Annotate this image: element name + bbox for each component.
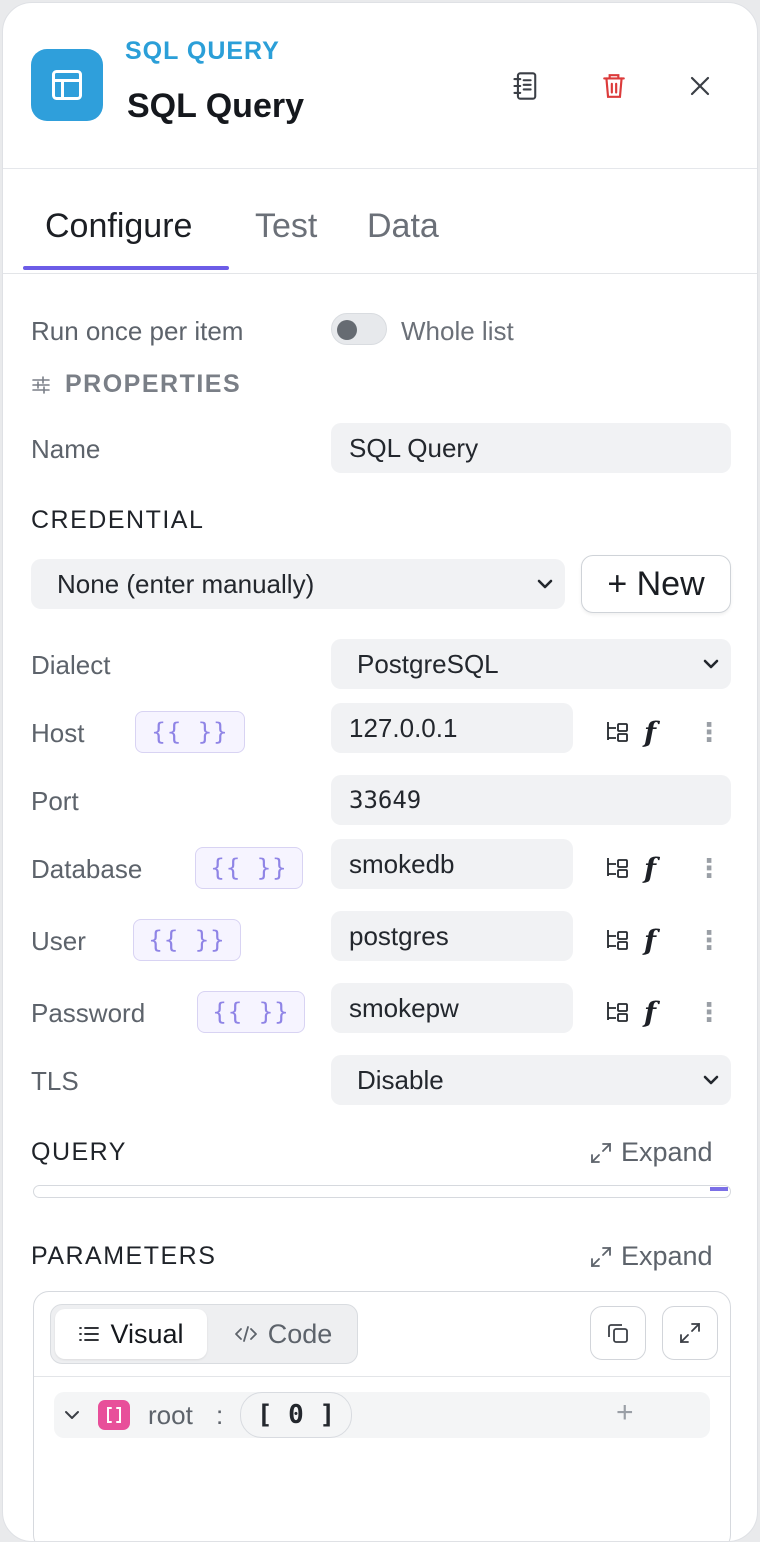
copy-icon xyxy=(608,1324,628,1343)
user-fx-button[interactable]: f xyxy=(637,923,663,957)
array-type-icon xyxy=(98,1400,130,1430)
node-title: SQL Query xyxy=(127,87,304,125)
tls-select[interactable]: Disable xyxy=(331,1055,731,1105)
visual-mode-label: Visual xyxy=(110,1318,184,1349)
trash-icon[interactable] xyxy=(593,65,635,107)
code-icon xyxy=(234,1326,257,1342)
user-template-button[interactable]: {{ }} xyxy=(133,919,241,961)
password-fx-button[interactable]: f xyxy=(637,995,663,1029)
chevron-down-icon xyxy=(537,579,553,589)
password-template-button[interactable]: {{ }} xyxy=(197,991,305,1033)
host-input[interactable]: 127.0.0.1 xyxy=(331,703,573,753)
copy-button[interactable] xyxy=(590,1306,646,1360)
tab-configure[interactable]: Configure xyxy=(45,207,192,246)
port-input[interactable]: 33649 xyxy=(331,775,731,825)
tab-test[interactable]: Test xyxy=(255,207,317,246)
code-mode-label: Code xyxy=(267,1318,333,1349)
root-value-badge[interactable]: [ 0 ] xyxy=(240,1392,352,1438)
new-credential-button[interactable]: + New xyxy=(581,555,731,613)
toggle-knob xyxy=(337,320,357,340)
active-tab-indicator xyxy=(23,266,229,270)
database-more-icon[interactable]: ⋮ xyxy=(696,853,722,883)
user-more-icon[interactable]: ⋮ xyxy=(696,925,722,955)
collapse-chevron-icon[interactable] xyxy=(62,1405,82,1425)
node-config-panel: SQL QUERY SQL Query Configure Test Data … xyxy=(2,2,758,1542)
user-label: User xyxy=(31,926,86,956)
name-input[interactable]: SQL Query xyxy=(331,423,731,473)
query-expand-button[interactable]: Expand xyxy=(589,1137,713,1168)
code-mode-tab[interactable]: Code xyxy=(211,1309,355,1359)
panel-header: SQL QUERY SQL Query xyxy=(3,3,757,169)
password-more-icon[interactable]: ⋮ xyxy=(696,997,722,1027)
chevron-down-icon xyxy=(703,1075,719,1085)
database-label: Database xyxy=(31,854,143,884)
database-fx-button[interactable]: f xyxy=(637,851,663,885)
tls-label: TLS xyxy=(31,1066,79,1096)
user-mapping-icon[interactable] xyxy=(603,925,633,955)
table-icon xyxy=(31,49,103,121)
database-mapping-icon[interactable] xyxy=(603,853,633,883)
run-mode-label: Run once per item xyxy=(31,316,244,346)
expand-icon xyxy=(591,1142,611,1163)
credential-value: None (enter manually) xyxy=(57,568,315,599)
dialect-select[interactable]: PostgreSQL xyxy=(331,639,731,689)
tls-value: Disable xyxy=(357,1064,444,1095)
parameters-expand-button[interactable]: Expand xyxy=(589,1241,713,1272)
tab-data[interactable]: Data xyxy=(367,207,439,246)
password-mapping-icon[interactable] xyxy=(603,997,633,1027)
port-label: Port xyxy=(31,786,79,816)
resize-handle[interactable] xyxy=(710,1187,728,1191)
expand-icon xyxy=(680,1323,700,1343)
notebook-icon[interactable] xyxy=(505,65,547,107)
dialect-label: Dialect xyxy=(31,650,111,680)
database-template-button[interactable]: {{ }} xyxy=(195,847,303,889)
query-heading: QUERY xyxy=(31,1138,127,1166)
key-separator: : xyxy=(216,1400,224,1430)
host-mapping-icon[interactable] xyxy=(603,717,633,747)
divider xyxy=(34,1376,730,1377)
host-label: Host xyxy=(31,718,85,748)
user-input[interactable]: postgres xyxy=(331,911,573,961)
add-item-button[interactable]: + xyxy=(616,1396,634,1430)
tab-bar: Configure Test Data xyxy=(3,169,757,274)
tree-root-row: root : [ 0 ] + xyxy=(54,1392,710,1438)
parameters-expand-label: Expand xyxy=(621,1241,713,1271)
sliders-icon xyxy=(31,375,51,400)
host-fx-button[interactable]: f xyxy=(637,715,663,749)
password-input[interactable]: smokepw xyxy=(331,983,573,1033)
query-expand-label: Expand xyxy=(621,1137,713,1167)
node-kind-label: SQL QUERY xyxy=(125,37,280,65)
name-label: Name xyxy=(31,434,101,464)
credential-heading: CREDENTIAL xyxy=(31,506,205,534)
properties-heading: PROPERTIES xyxy=(65,370,242,398)
whole-list-toggle[interactable] xyxy=(331,313,387,345)
visual-mode-tab[interactable]: Visual xyxy=(55,1309,207,1359)
mode-switch: Visual Code xyxy=(50,1304,358,1364)
fullscreen-button[interactable] xyxy=(662,1306,718,1360)
dialect-value: PostgreSQL xyxy=(357,648,499,679)
database-input[interactable]: smokedb xyxy=(331,839,573,889)
query-editor[interactable] xyxy=(33,1185,731,1198)
parameters-heading: PARAMETERS xyxy=(31,1242,217,1270)
expand-icon xyxy=(591,1246,611,1267)
host-template-button[interactable]: {{ }} xyxy=(135,711,245,753)
host-more-icon[interactable]: ⋮ xyxy=(696,717,722,747)
list-icon xyxy=(79,1327,100,1341)
whole-list-label: Whole list xyxy=(401,316,514,346)
root-key: root xyxy=(148,1400,193,1430)
parameters-editor: Visual Code root : [ 0 ] + xyxy=(33,1291,731,1541)
chevron-down-icon xyxy=(703,659,719,669)
close-icon[interactable] xyxy=(679,65,721,107)
credential-select[interactable]: None (enter manually) xyxy=(31,559,565,609)
password-label: Password xyxy=(31,998,146,1028)
